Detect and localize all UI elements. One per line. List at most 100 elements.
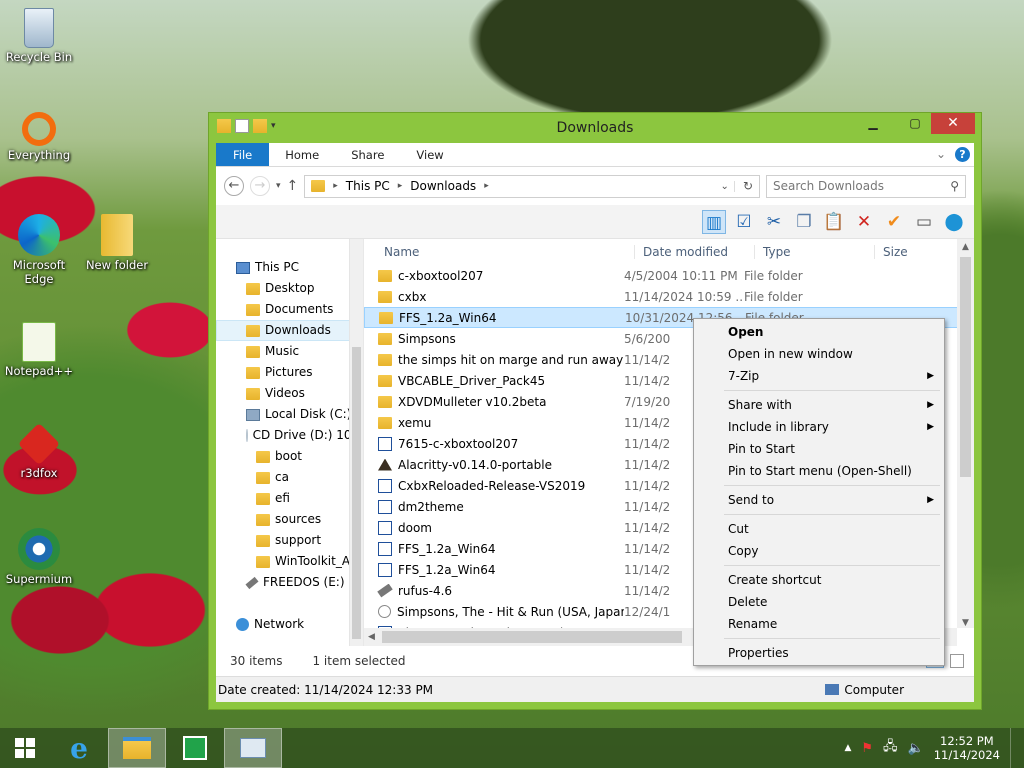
network-status-icon[interactable]: 🖧 [883,737,898,759]
recent-locations-icon[interactable]: ▾ [276,181,281,191]
menu-create-shortcut[interactable]: Create shortcut [694,569,944,591]
chevron-right-icon[interactable]: ▸ [398,181,403,191]
nav-desktop[interactable]: Desktop [216,278,363,299]
address-bar[interactable]: ▸ This PC ▸ Downloads ▸ ⌄ ↻ [304,174,760,198]
nav-support[interactable]: support [216,530,363,551]
back-button[interactable]: ← [224,176,244,196]
taskbar-store[interactable] [166,728,224,768]
title-bar[interactable]: ▾ Downloads ▁ ▢ ✕ [209,113,981,143]
menu-open-new-window[interactable]: Open in new window [694,343,944,365]
breadcrumb-this-pc[interactable]: This PC [346,179,390,193]
search-icon[interactable]: ⚲ [950,179,959,193]
desktop-icon-supermium[interactable]: Supermium [1,528,77,586]
scroll-up-icon[interactable]: ▲ [957,239,974,256]
menu-pin-start[interactable]: Pin to Start [694,438,944,460]
tab-home[interactable]: Home [269,143,335,166]
navigation-scrollbar[interactable] [349,239,363,646]
start-button[interactable] [0,728,50,768]
refresh-icon[interactable]: ↻ [743,179,759,193]
menu-include-library[interactable]: Include in library ▶ [694,416,944,438]
recycle-bin-icon [24,8,54,48]
clock[interactable]: 12:52 PM 11/14/2024 [934,734,1000,762]
show-hidden-icons-icon[interactable]: ▲ [844,743,851,753]
chevron-right-icon[interactable]: ▸ [333,181,338,191]
file-list-vertical-scrollbar[interactable]: ▲ ▼ [957,239,974,628]
tab-file[interactable]: File [216,143,270,166]
scrollbar-thumb[interactable] [960,257,971,477]
desktop-icon-new-folder[interactable]: New folder [79,214,155,272]
folder-icon [378,374,392,387]
desktop-icon-everything[interactable]: Everything [1,112,77,162]
column-type[interactable]: Type [754,245,874,259]
preview-pane-icon[interactable]: ▥ [702,209,726,234]
menu-7zip[interactable]: 7-Zip ▶ [694,365,944,387]
forward-button[interactable]: → [250,176,270,196]
menu-pin-start-menu[interactable]: Pin to Start menu (Open-Shell) [694,460,944,482]
menu-send-to[interactable]: Send to ▶ [694,489,944,511]
nav-ca[interactable]: ca [216,467,363,488]
desktop-icon-edge[interactable]: Microsoft Edge [1,214,77,286]
delete-icon[interactable]: ✕ [852,210,876,234]
taskbar-file-explorer[interactable] [108,728,166,768]
scrollbar-thumb[interactable] [352,347,361,639]
menu-share-with[interactable]: Share with ▶ [694,394,944,416]
column-name[interactable]: Name [364,245,634,259]
search-input[interactable]: Search Downloads ⚲ [766,174,966,198]
nav-cd-drive[interactable]: CD Drive (D:) 10 S [216,425,363,446]
breadcrumb-downloads[interactable]: Downloads [410,179,476,193]
expand-ribbon-icon[interactable]: ⌄ [936,147,946,161]
show-desktop-button[interactable] [1010,728,1016,768]
up-button[interactable]: ↑ [287,178,299,194]
nav-downloads[interactable]: Downloads [216,320,353,341]
scroll-left-icon[interactable]: ◀ [364,632,375,642]
desktop-icon-r3dfox[interactable]: r3dfox [1,422,77,480]
menu-properties[interactable]: Properties [694,642,944,664]
menu-rename[interactable]: Rename [694,613,944,635]
nav-wintoolkit[interactable]: WinToolkit_Ap [216,551,363,572]
nav-boot[interactable]: boot [216,446,363,467]
volume-icon[interactable]: 🔈 [908,741,924,756]
scroll-down-icon[interactable]: ▼ [957,618,974,628]
taskbar-internet-explorer[interactable]: e [50,728,108,768]
close-button[interactable]: ✕ [931,113,975,134]
nav-documents[interactable]: Documents [216,299,363,320]
minimize-button[interactable]: ▁ [859,113,887,134]
chevron-right-icon[interactable]: ▸ [484,181,489,191]
menu-copy[interactable]: Copy [694,540,944,562]
sync-icon[interactable]: ⬤ [942,210,966,234]
nav-sources[interactable]: sources [216,509,363,530]
nav-videos[interactable]: Videos [216,383,363,404]
nav-local-disk[interactable]: Local Disk (C:) [216,404,363,425]
checkmark-icon[interactable]: ✔ [882,210,906,234]
scrollbar-thumb[interactable] [382,631,682,643]
file-name-cell: dm2theme [364,499,624,514]
desktop-icon-recycle-bin[interactable]: Recycle Bin [1,8,77,64]
menu-cut[interactable]: Cut [694,518,944,540]
desktop-icon-notepadpp[interactable]: Notepad++ [1,322,77,378]
taskbar-resource-monitor[interactable] [224,728,282,768]
tab-view[interactable]: View [400,143,459,166]
address-dropdown-icon[interactable]: ⌄ [716,180,735,192]
nav-efi[interactable]: efi [216,488,363,509]
file-row[interactable]: c-xboxtool207 4/5/2004 10:11 PM File folde… [364,265,974,286]
column-size[interactable]: Size [874,245,954,259]
menu-open[interactable]: Open [694,321,944,343]
nav-this-pc[interactable]: This PC [216,257,363,278]
tab-share[interactable]: Share [335,143,400,166]
nav-network[interactable]: Network [216,614,363,635]
nav-music[interactable]: Music [216,341,363,362]
file-row[interactable]: cxbx 11/14/2024 10:59 ... File folder [364,286,974,307]
cut-icon[interactable]: ✂ [762,210,786,234]
help-icon[interactable]: ? [955,147,970,162]
paste-icon[interactable]: 📋 [822,210,846,234]
checklist-icon[interactable]: ☑ [732,210,756,234]
menu-delete[interactable]: Delete [694,591,944,613]
copy-icon[interactable]: ❐ [792,210,816,234]
large-icons-view-icon[interactable] [950,654,964,668]
action-center-icon[interactable]: ⚑ [861,741,873,756]
nav-pictures[interactable]: Pictures [216,362,363,383]
column-date[interactable]: Date modified [634,245,754,259]
nav-freedos[interactable]: FREEDOS (E:) [216,572,363,593]
maximize-button[interactable]: ▢ [901,113,929,134]
rename-icon[interactable]: ▭ [912,210,936,234]
